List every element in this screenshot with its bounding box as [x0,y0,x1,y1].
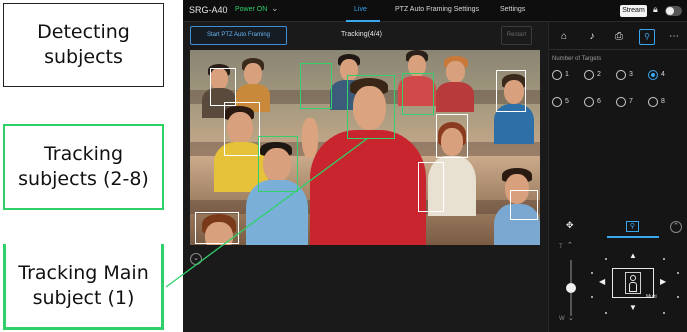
detection-box [418,162,444,212]
callout-line: subjects (2-8) [18,168,149,190]
detection-box [436,114,468,158]
zoom-wide-label: W [559,316,565,322]
pan-tilt-dot[interactable] [677,272,679,274]
joystick-icon[interactable]: ✥ [566,220,574,231]
tilt-down-arrow-icon[interactable]: ▼ [629,303,637,312]
active-nav-indicator [346,20,380,22]
framing-mode-label: Multi [646,294,657,300]
nav-ptz-auto-framing-settings[interactable]: PTZ Auto Framing Settings [395,6,479,13]
tracking-box [258,136,298,192]
callout-line: Tracking [43,143,124,165]
tracking-status: Tracking(4/4) [341,31,382,38]
control-panel: ⌂ ♪ ⎙ ⚲ ⋯ Number of Targets 1 2 3 4 5 6 … [548,22,687,332]
target-radio-7[interactable]: 7 [616,97,640,108]
stream-button[interactable]: Stream [620,5,647,17]
collapse-icon[interactable]: ⌃ [670,221,682,233]
detecting-subjects-callout: Detecting subjects [3,3,164,87]
target-radio-8[interactable]: 8 [648,97,672,108]
nav-settings[interactable]: Settings [500,6,525,13]
zoom-out-icon[interactable]: ⌄ [568,314,574,322]
target-radio-6[interactable]: 6 [584,97,608,108]
pan-tilt-dot[interactable] [663,312,665,314]
expand-panel-icon[interactable]: ⌄ [190,253,202,265]
camera-web-app: SRG-A40 Power ON ⌄ Live PTZ Auto Framing… [183,0,687,332]
tracking-subjects-callout: Tracking subjects (2-8) [3,124,164,210]
callout-line: subjects [44,46,123,68]
tracking-main-subject-callout: Tracking Main subject (1) [3,244,164,330]
pan-tilt-dot[interactable] [663,258,665,260]
zoom-tele-label: T [559,244,563,250]
target-radio-5[interactable]: 5 [552,97,576,108]
callout-line: Detecting [37,21,130,43]
pan-right-arrow-icon[interactable]: ▶ [660,277,666,286]
auto-framing-icon[interactable]: ⚲ [626,221,639,232]
lock-icon[interactable]: 🔒︎ [653,4,658,15]
active-ptz-tab-indicator [607,236,659,238]
target-radio-2[interactable]: 2 [584,70,608,81]
divider [549,49,687,50]
zoom-in-icon[interactable]: ⌃ [567,241,573,249]
target-radio-4[interactable]: 4 [648,70,672,81]
pan-tilt-dot[interactable] [591,272,593,274]
tilt-up-arrow-icon[interactable]: ▲ [629,251,637,260]
more-icon[interactable]: ⋯ [666,29,682,45]
tracking-box [224,102,260,156]
target-radio-1[interactable]: 1 [552,70,576,81]
top-bar: SRG-A40 Power ON ⌄ Live PTZ Auto Framing… [183,0,687,22]
callout-line: Tracking Main [18,261,149,284]
model-name: SRG-A40 [189,5,228,15]
chevron-down-icon[interactable]: ⌄ [271,3,279,14]
panel-tabs: ⌂ ♪ ⎙ ⚲ ⋯ [549,26,687,48]
detection-box [510,190,538,220]
camera-feed[interactable] [190,50,540,245]
pan-tilt-dot[interactable] [677,296,679,298]
detection-box [496,70,526,112]
power-status[interactable]: Power ON [235,6,267,13]
person-frame-icon[interactable]: ⚲ [639,29,655,45]
lock-toggle[interactable] [665,6,682,16]
tracking-box [402,73,434,115]
start-ptz-auto-framing-button[interactable]: Start PTZ Auto Framing [190,26,287,45]
nav-live[interactable]: Live [354,6,367,13]
music-note-icon[interactable]: ♪ [584,29,600,45]
ptz-tabs: ✥ ⚲ [549,217,687,237]
restart-button[interactable]: Restart [501,26,532,45]
tracking-box [300,63,332,109]
detection-box [195,212,239,244]
home-icon[interactable]: ⌂ [556,29,572,45]
target-radio-3[interactable]: 3 [616,70,640,81]
pan-tilt-dot[interactable] [605,312,607,314]
pan-left-arrow-icon[interactable]: ◀ [599,277,605,286]
pan-tilt-dot[interactable] [605,258,607,260]
detection-box [210,68,236,106]
main-tracking-box [347,75,395,139]
preset-icon[interactable]: ⎙ [611,29,627,45]
zoom-slider-handle[interactable] [566,283,576,293]
pan-tilt-dot[interactable] [591,296,593,298]
callout-line: subject (1) [32,286,135,309]
number-of-targets-label: Number of Targets [552,56,602,62]
person-icon [625,272,641,294]
